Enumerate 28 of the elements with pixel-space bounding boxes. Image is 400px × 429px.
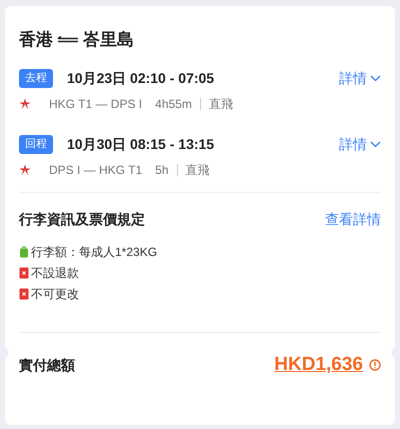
total-label: 實付總額 [19,356,75,375]
flight-type: 直飛 [208,96,233,113]
round-trip-icon [57,36,79,44]
flight-datetime: 10月23日 02:10 - 07:05 [67,68,214,88]
total-price-link[interactable]: HKD1,636 [274,351,363,380]
policy-text: 不可更改 [31,286,79,303]
destination-city: 峇里島 [83,29,134,52]
leg-badge: 去程 [19,68,53,88]
chevron-down-icon [370,74,381,82]
leg-badge: 回程 [19,134,53,154]
view-details-link[interactable]: 查看詳情 [325,209,381,230]
details-toggle[interactable]: 詳情 [339,134,381,154]
origin-city: 香港 [19,29,53,52]
flight-duration: 5h [155,162,168,179]
section-heading: 行李資訊及票價規定 [19,210,145,229]
chevron-down-icon [370,140,381,148]
route-airports: DPS I — HKG T1 [49,162,142,179]
details-toggle[interactable]: 詳情 [339,68,381,88]
route-airports: HKG T1 — DPS I [49,96,142,113]
flight-duration: 4h55m [155,96,192,113]
flight-type: 直飛 [186,162,210,179]
flight-datetime: 10月30日 08:15 - 13:15 [67,134,214,154]
cross-icon [19,288,29,300]
policy-text: 不設退款 [31,265,79,282]
luggage-icon [19,246,29,258]
cross-icon [19,267,29,279]
info-icon[interactable] [369,359,381,372]
policy-text: 行李額：每成人1*23KG [31,244,158,261]
